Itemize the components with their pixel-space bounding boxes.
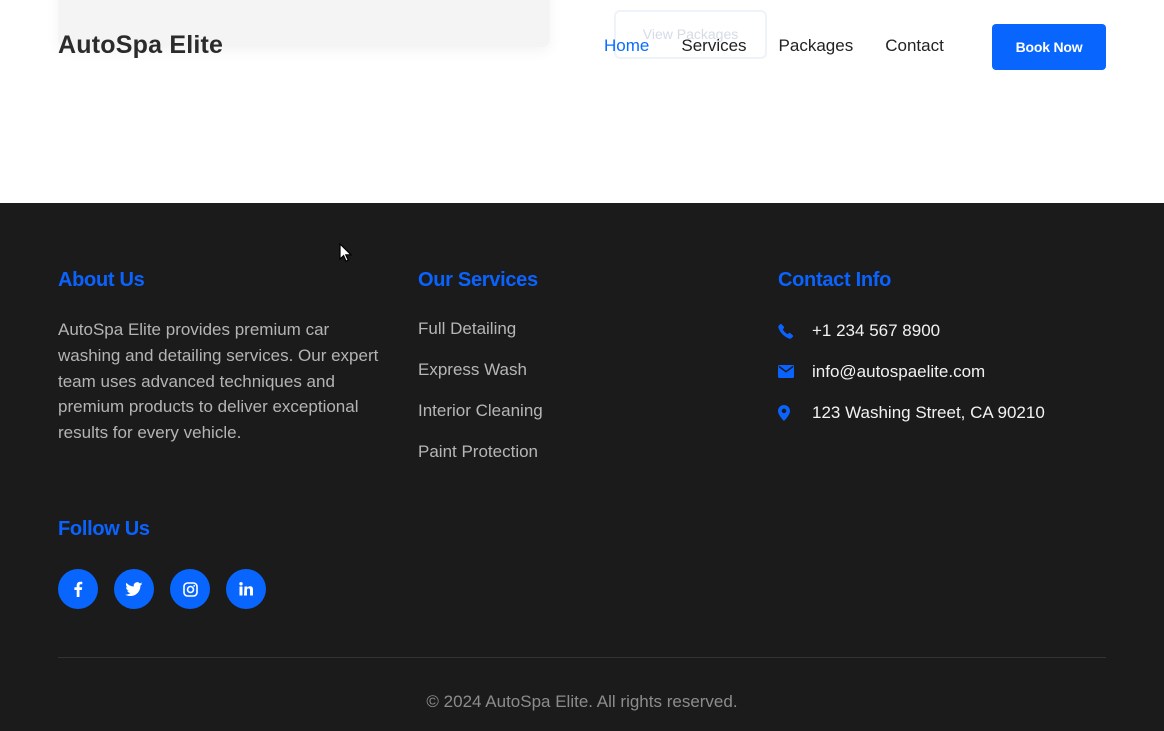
footer-follow: Follow Us bbox=[58, 518, 150, 541]
about-heading: About Us bbox=[58, 269, 145, 291]
contact-heading: Contact Info bbox=[778, 269, 892, 291]
footer-services: Our Services Full Detailing Express Wash… bbox=[418, 269, 543, 481]
services-heading: Our Services bbox=[418, 269, 538, 291]
site-logo[interactable]: AutoSpa Elite bbox=[58, 31, 223, 60]
linkedin-icon[interactable] bbox=[226, 569, 266, 609]
book-now-button[interactable]: Book Now bbox=[992, 24, 1106, 70]
footer-contact: Contact Info +1 234 567 8900 info@autosp… bbox=[778, 269, 1045, 440]
about-text: AutoSpa Elite provides premium car washi… bbox=[58, 320, 379, 443]
site-footer: About Us AutoSpa Elite provides premium … bbox=[0, 203, 1164, 731]
contact-address-text: 123 Washing Street, CA 90210 bbox=[812, 402, 1045, 422]
contact-email: info@autospaelite.com bbox=[778, 351, 1045, 392]
facebook-icon[interactable] bbox=[58, 569, 98, 609]
services-list: Full Detailing Express Wash Interior Cle… bbox=[418, 317, 543, 481]
nav-packages[interactable]: Packages bbox=[779, 36, 854, 56]
service-link-full-detailing[interactable]: Full Detailing bbox=[418, 317, 543, 358]
main-nav: Home Services Packages Contact bbox=[604, 36, 976, 56]
contact-address: 123 Washing Street, CA 90210 bbox=[778, 392, 1045, 433]
footer-divider bbox=[58, 657, 1106, 658]
phone-icon bbox=[778, 319, 812, 343]
social-links bbox=[58, 569, 266, 609]
mouse-cursor-icon bbox=[339, 242, 353, 268]
instagram-icon[interactable] bbox=[170, 569, 210, 609]
envelope-icon bbox=[778, 360, 812, 384]
footer-about: About Us AutoSpa Elite provides premium … bbox=[58, 269, 383, 446]
service-link-paint-protection[interactable]: Paint Protection bbox=[418, 440, 543, 481]
contact-phone: +1 234 567 8900 bbox=[778, 310, 1045, 351]
nav-services[interactable]: Services bbox=[681, 36, 746, 56]
site-header: AutoSpa Elite Home Services Packages Con… bbox=[0, 0, 1164, 94]
nav-home[interactable]: Home bbox=[604, 36, 649, 56]
copyright-text: © 2024 AutoSpa Elite. All rights reserve… bbox=[426, 692, 738, 711]
service-link-interior-cleaning[interactable]: Interior Cleaning bbox=[418, 399, 543, 440]
contact-phone-text[interactable]: +1 234 567 8900 bbox=[812, 321, 940, 341]
nav-contact[interactable]: Contact bbox=[885, 36, 944, 56]
service-link-express-wash[interactable]: Express Wash bbox=[418, 358, 543, 399]
twitter-icon[interactable] bbox=[114, 569, 154, 609]
follow-heading: Follow Us bbox=[58, 518, 150, 540]
map-pin-icon bbox=[778, 401, 812, 425]
contact-email-text[interactable]: info@autospaelite.com bbox=[812, 362, 985, 382]
